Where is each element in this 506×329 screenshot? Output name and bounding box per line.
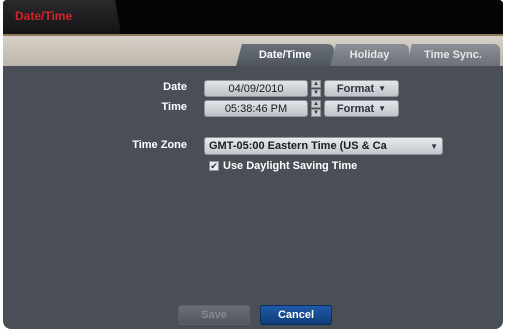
spin-up-icon[interactable]: ▲ xyxy=(311,100,321,108)
date-format-label: Format xyxy=(336,82,375,95)
tab-time-sync[interactable]: Time Sync. xyxy=(406,44,500,66)
window-title: Date/Time xyxy=(15,9,73,23)
chevron-down-icon: ▼ xyxy=(430,142,438,151)
tab-strip: Date/Time Holiday Time Sync. xyxy=(3,34,503,66)
dst-checkbox[interactable]: ✔ xyxy=(209,161,219,171)
spin-down-icon[interactable]: ▼ xyxy=(311,109,321,117)
timezone-value: GMT-05:00 Eastern Time (US & Ca xyxy=(209,140,387,152)
date-field[interactable]: 04/09/2010 xyxy=(204,80,308,97)
timezone-select[interactable]: GMT-05:00 Eastern Time (US & Ca ▼ xyxy=(204,137,443,155)
time-field[interactable]: 05:38:46 PM xyxy=(204,100,308,117)
spin-up-icon[interactable]: ▲ xyxy=(311,80,321,88)
spin-down-icon[interactable]: ▼ xyxy=(311,89,321,97)
timezone-label: Time Zone xyxy=(132,139,187,151)
tab-holiday[interactable]: Holiday xyxy=(330,44,409,66)
time-spinner[interactable]: ▲ ▼ xyxy=(311,100,321,117)
dst-label: Use Daylight Saving Time xyxy=(223,160,358,172)
chevron-down-icon: ▼ xyxy=(378,104,387,113)
tab-datetime[interactable]: Date/Time xyxy=(236,44,334,66)
date-format-button[interactable]: Format ▼ xyxy=(324,80,399,97)
date-label: Date xyxy=(163,81,187,93)
time-label: Time xyxy=(161,101,187,113)
dst-row[interactable]: ✔ Use Daylight Saving Time xyxy=(209,160,357,172)
cancel-button[interactable]: Cancel xyxy=(260,305,332,325)
datetime-dialog: Date/Time Date/Time Holiday Time Sync. D… xyxy=(3,0,503,329)
chevron-down-icon: ▼ xyxy=(378,84,387,93)
time-format-label: Format xyxy=(336,102,375,115)
save-button[interactable]: Save xyxy=(178,305,250,325)
time-format-button[interactable]: Format ▼ xyxy=(324,100,399,117)
date-spinner[interactable]: ▲ ▼ xyxy=(311,80,321,97)
title-bar: Date/Time xyxy=(3,0,503,34)
